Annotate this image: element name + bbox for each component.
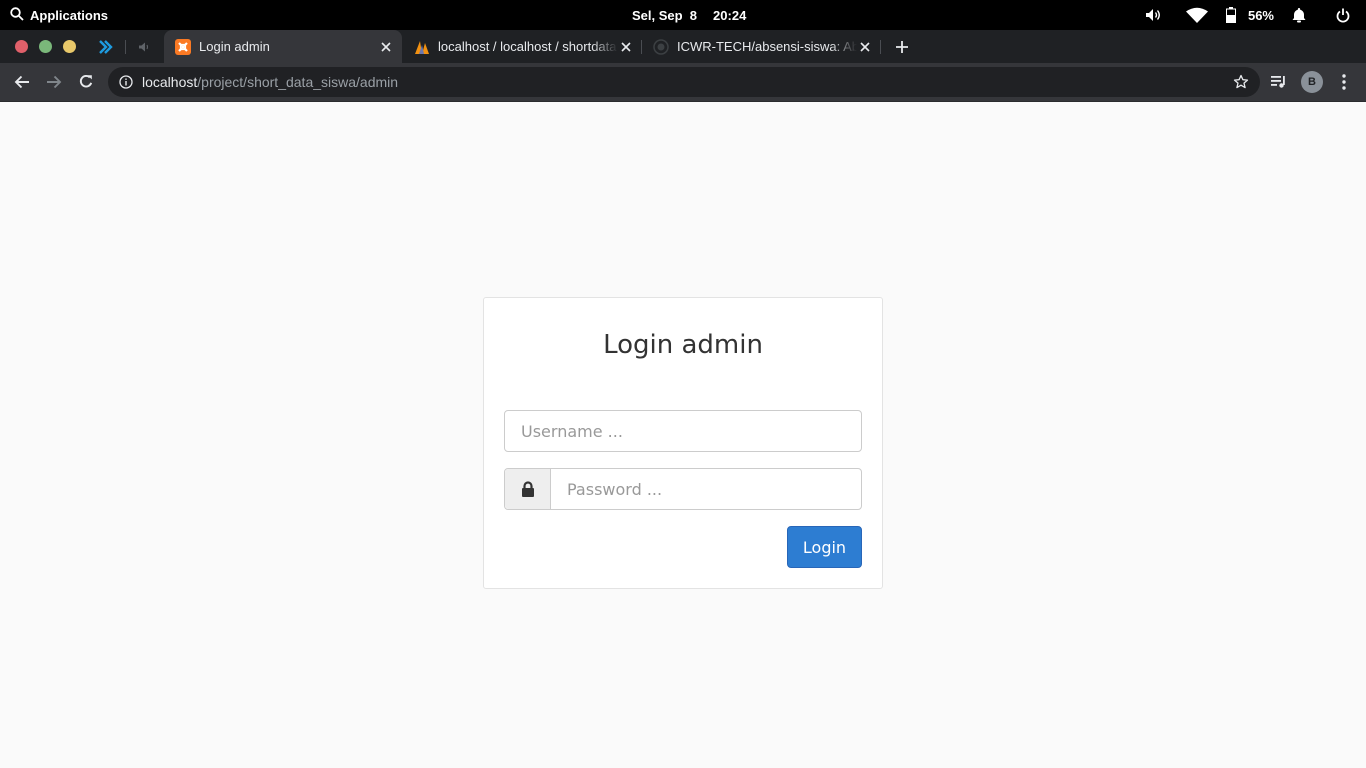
browser-toolbar: localhost/project/short_data_siswa/admin…	[0, 63, 1366, 101]
password-input[interactable]	[551, 469, 861, 509]
login-button[interactable]: Login	[787, 526, 862, 568]
username-input[interactable]	[505, 411, 861, 451]
lock-icon	[505, 469, 551, 509]
close-tab-icon[interactable]	[618, 39, 634, 55]
window-maximize-button[interactable]	[39, 40, 52, 53]
login-title: Login admin	[603, 330, 763, 360]
tab-separator	[125, 40, 126, 54]
back-button[interactable]	[12, 72, 32, 92]
wifi-icon[interactable]	[1182, 0, 1212, 30]
url-host: localhost	[142, 74, 198, 90]
time-text: 20:24	[713, 7, 747, 23]
new-tab-button[interactable]	[893, 38, 911, 56]
system-tray: 56%	[1138, 0, 1366, 30]
url-text[interactable]: localhost/project/short_data_siswa/admin	[142, 67, 398, 97]
close-tab-icon[interactable]	[378, 39, 394, 55]
applications-label: Applications	[30, 7, 109, 23]
battery-icon[interactable]	[1224, 0, 1238, 30]
power-icon[interactable]	[1328, 0, 1358, 30]
volume-icon[interactable]	[1138, 0, 1168, 30]
date-text: Sel, Sep 8	[632, 7, 698, 23]
battery-percent: 56%	[1247, 7, 1274, 23]
reload-button[interactable]	[76, 72, 96, 92]
toolbar-divider	[0, 101, 1366, 102]
extension-icon[interactable]	[97, 38, 115, 56]
close-tab-icon[interactable]	[857, 39, 873, 55]
media-queue-icon[interactable]	[1269, 72, 1289, 92]
forward-button[interactable]	[44, 72, 64, 92]
window-close-button[interactable]	[15, 40, 28, 53]
bookmark-star-icon[interactable]	[1232, 73, 1250, 91]
tab-login-admin[interactable]: Login admin	[164, 30, 402, 63]
tab-phpmyadmin[interactable]: localhost / localhost / shortdata	[403, 30, 642, 63]
tab-separator	[880, 40, 881, 54]
username-field-wrapper	[504, 410, 862, 452]
profile-avatar[interactable]: B	[1301, 71, 1323, 93]
phpmyadmin-favicon-icon	[414, 39, 430, 55]
search-icon	[10, 6, 24, 24]
mute-audio-icon[interactable]	[137, 39, 153, 55]
tab-title: localhost / localhost / shortdata	[438, 39, 617, 54]
xampp-favicon-icon	[175, 38, 191, 55]
login-panel: Login admin Login	[483, 297, 883, 589]
clock[interactable]: Sel, Sep 8 20:24	[632, 0, 746, 30]
kebab-menu-icon[interactable]	[1334, 72, 1354, 92]
site-info-icon[interactable]	[118, 74, 134, 90]
address-bar[interactable]: localhost/project/short_data_siswa/admin	[108, 67, 1260, 97]
url-path: /project/short_data_siswa/admin	[197, 74, 399, 90]
tab-strip: Login admin localhost / localhost / shor…	[0, 30, 1366, 63]
applications-menu[interactable]: Applications	[10, 0, 108, 30]
notification-bell-icon[interactable]	[1284, 0, 1314, 30]
tab-title: ICWR-TECH/absensi-siswa: Abs	[677, 39, 857, 54]
window-minimize-button[interactable]	[63, 40, 76, 53]
tab-github[interactable]: ICWR-TECH/absensi-siswa: Abs	[642, 30, 881, 63]
github-favicon-icon	[653, 38, 669, 55]
password-field-wrapper	[504, 468, 862, 510]
os-top-bar: Applications Sel, Sep 8 20:24 56%	[0, 0, 1366, 30]
tab-title: Login admin	[199, 39, 270, 54]
